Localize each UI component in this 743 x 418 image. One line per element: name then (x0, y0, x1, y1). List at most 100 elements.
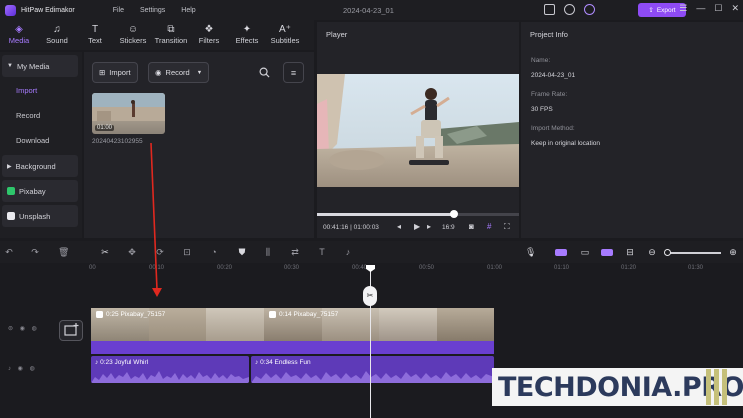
magnet-snap-icon[interactable] (601, 249, 613, 256)
menu-file[interactable]: File (113, 7, 124, 14)
add-media-button[interactable] (59, 320, 83, 341)
menu-icon[interactable]: ☰ (679, 3, 687, 14)
link-clips-icon[interactable] (555, 249, 567, 256)
fit-timeline-icon[interactable]: ⊟ (625, 247, 635, 257)
tab-sound[interactable]: ♫ Sound (38, 20, 76, 50)
video-preview[interactable] (317, 74, 519, 187)
redo-icon[interactable]: ↷ (30, 247, 40, 257)
playback-progress[interactable] (317, 210, 519, 218)
import-method-value: Keep in original location (531, 140, 601, 147)
minimize-icon[interactable]: — (696, 3, 705, 14)
maximize-icon[interactable]: ☐ (714, 3, 722, 14)
tab-label: Filters (198, 36, 220, 45)
sort-button[interactable]: ≡ (283, 62, 304, 83)
audio-eq-icon[interactable]: ⫼ (263, 247, 273, 257)
tab-label: Text (88, 36, 102, 45)
visibility-icon[interactable]: ◉ (20, 326, 25, 332)
import-button[interactable]: ⊞ Import (92, 62, 138, 83)
clip-type-icon (269, 311, 276, 318)
tab-transition[interactable]: ⧉ Transition (152, 20, 190, 50)
feedback-icon[interactable] (544, 4, 555, 15)
tab-stickers[interactable]: ☺ Stickers (114, 20, 152, 50)
menu-bar: File Settings Help (113, 7, 196, 14)
timeline-ruler[interactable]: 00 00:10 00:20 00:30 00:40 00:50 01:00 0… (88, 263, 743, 277)
fullscreen-icon[interactable]: ⛶ (504, 222, 510, 232)
mute-icon[interactable]: ◍ (30, 366, 35, 372)
record-button[interactable]: ◉ Record ▼ (148, 62, 210, 83)
window-controls: ☰ — ☐ ✕ (679, 3, 739, 14)
next-frame-icon[interactable]: ▸ (427, 222, 431, 231)
sort-icon: ≡ (290, 67, 297, 78)
speed-icon[interactable]: ◔ (209, 247, 219, 257)
project-info-title: Project Info (530, 30, 568, 39)
audio-waveform (91, 371, 249, 383)
previous-frame-icon[interactable]: ◂ (397, 222, 401, 231)
snapshot-icon[interactable]: ◙ (469, 222, 474, 231)
delete-icon[interactable]: 🗑 (58, 247, 69, 257)
menu-settings[interactable]: Settings (140, 7, 165, 14)
ruler-tick: 00:50 (419, 265, 435, 271)
video-clip[interactable]: 0:25 Pixabay_75157 (91, 308, 264, 354)
user-account-icon[interactable] (584, 4, 595, 15)
grid-icon[interactable]: # (487, 222, 491, 231)
tab-filters[interactable]: ❖ Filters (190, 20, 228, 50)
play-icon[interactable]: ▶ (414, 222, 420, 231)
zoom-out-icon[interactable]: ⊖ (647, 247, 657, 257)
sidebar-item-import[interactable]: Import (16, 86, 37, 95)
add-image-icon (64, 323, 79, 336)
tab-label: Transition (154, 36, 188, 45)
sidebar-item-background[interactable]: ▶ Background (2, 155, 78, 177)
search-button[interactable] (254, 62, 275, 83)
sidebar-item-label: Background (15, 161, 56, 171)
rotate-icon[interactable]: ⟳ (155, 247, 165, 257)
tab-label: Sound (46, 36, 68, 45)
video-clip[interactable]: 0:14 Pixabay_75157 (264, 308, 494, 354)
sidebar-item-record[interactable]: Record (16, 111, 40, 120)
crop-icon[interactable]: ✥ (127, 247, 137, 257)
split-scissors-icon[interactable]: ✂ (363, 286, 377, 306)
media-panel: ⊞ Import ◉ Record ▼ ≡ 01:00 202404231029… (84, 52, 314, 238)
transform-icon[interactable]: ⇄ (290, 247, 300, 257)
audio-clip[interactable]: ♪ 0:34 Endless Fun (251, 356, 494, 383)
progress-knob[interactable] (450, 210, 459, 218)
watermark-bars (706, 369, 727, 405)
tab-media[interactable]: ◈ Media (0, 20, 38, 50)
visibility-icon[interactable]: ◉ (18, 366, 23, 372)
text-tool-icon[interactable]: T (317, 247, 327, 257)
tab-text[interactable]: T Text (76, 20, 114, 50)
tab-subtitles[interactable]: A⁺ Subtitles (266, 20, 304, 50)
zoom-in-icon[interactable]: ⊕ (728, 247, 738, 257)
sidebar-item-pixabay[interactable]: Pixabay (2, 180, 78, 202)
audio-clip[interactable]: ♪ 0:23 Joyful Whirl (91, 356, 249, 383)
split-view-icon[interactable]: ▭ (580, 247, 590, 257)
current-time: 00:41:16 (323, 224, 349, 231)
split-scissors-icon[interactable]: ✂ (100, 247, 110, 257)
shield-icon[interactable]: ⛊ (237, 247, 247, 257)
audio-waveform (251, 371, 494, 383)
import-label: Import (109, 68, 131, 77)
undo-icon[interactable]: ↶ (4, 247, 14, 257)
sidebar-item-download[interactable]: Download (16, 136, 49, 145)
watermark: TECHDONIA.PRO (492, 368, 743, 406)
download-icon[interactable] (564, 4, 575, 15)
freeze-icon[interactable]: ⊡ (182, 247, 192, 257)
zoom-slider[interactable] (665, 252, 721, 254)
voice-icon[interactable]: ♪ (343, 247, 353, 257)
frame-rate-label: Frame Rate: (531, 91, 568, 98)
clip-title: 0:14 Pixabay_75157 (279, 311, 339, 318)
mute-icon[interactable]: ◍ (32, 326, 37, 332)
microphone-icon[interactable]: 🎙 (525, 247, 536, 257)
ruler-tick: 01:00 (487, 265, 503, 271)
lock-icon[interactable]: ⊜ (8, 326, 13, 332)
media-clip-thumbnail[interactable]: 01:00 (92, 93, 165, 134)
aspect-ratio-select[interactable]: 16:9 (442, 224, 455, 231)
menu-help[interactable]: Help (181, 7, 195, 14)
zoom-slider-knob[interactable] (664, 249, 671, 256)
sidebar-item-my-media[interactable]: ▼ My Media (2, 55, 78, 77)
ruler-tick: 00:10 (149, 265, 165, 271)
close-icon[interactable]: ✕ (731, 3, 739, 14)
sidebar-item-unsplash[interactable]: Unsplash (2, 205, 78, 227)
clip-frame (379, 308, 437, 341)
tab-effects[interactable]: ✦ Effects (228, 20, 266, 50)
clip-name: 20240423102955 (92, 138, 143, 145)
